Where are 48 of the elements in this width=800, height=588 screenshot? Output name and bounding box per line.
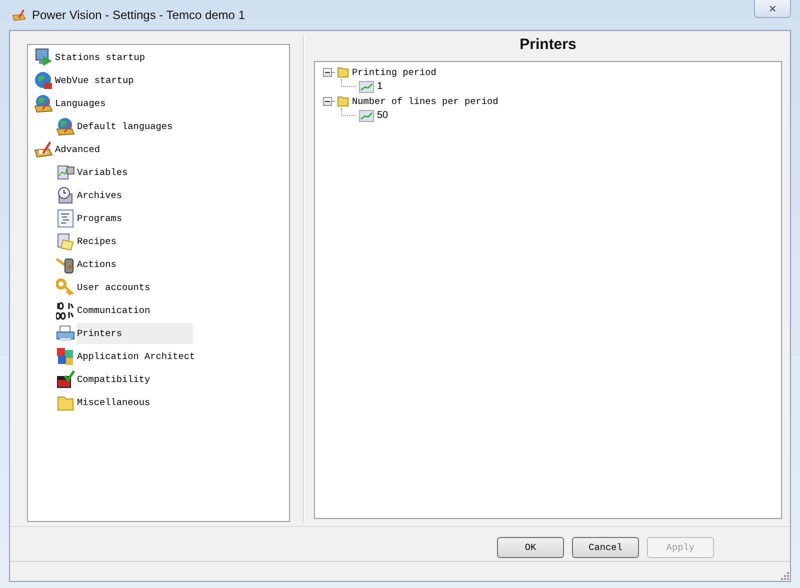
tray-pen-icon: [34, 140, 53, 159]
sidebar-item[interactable]: Archives: [77, 185, 126, 206]
sidebar-item[interactable]: Languages: [55, 93, 110, 114]
collapse-toggle[interactable]: [323, 68, 332, 77]
globe-icon: [34, 71, 53, 90]
trend-icon: [359, 80, 374, 93]
sidebar-item[interactable]: Stations startup: [55, 47, 150, 68]
app-icon: [11, 8, 27, 22]
sidebar-item[interactable]: Miscellaneous: [77, 392, 154, 413]
puzzle-icon: [56, 347, 75, 366]
sidebar-item[interactable]: User accounts: [77, 277, 154, 298]
dialog-button[interactable]: OK: [497, 537, 564, 558]
sidebar-item[interactable]: Recipes: [77, 231, 120, 252]
close-button[interactable]: ×: [754, 0, 791, 18]
window-title: Power Vision - Settings - Temco demo 1: [32, 8, 245, 22]
dialog-button[interactable]: Cancel: [572, 537, 639, 558]
resize-grip-icon[interactable]: [780, 571, 790, 581]
binary-icon: [56, 301, 75, 320]
list-icon: [56, 209, 75, 228]
globe-pen-icon: [34, 94, 53, 113]
sidebar-item[interactable]: Programs: [77, 208, 126, 229]
sidebar-item[interactable]: Advanced: [55, 139, 104, 160]
collapse-toggle[interactable]: [323, 96, 332, 106]
sidebar-item[interactable]: Default languages: [77, 116, 177, 137]
sidebar-item[interactable]: Application Architect: [77, 346, 200, 367]
globe-pen-icon: [56, 117, 75, 136]
sidebar-item[interactable]: Communication: [77, 300, 154, 321]
sidebar-item[interactable]: Variables: [77, 162, 132, 183]
notepad-icon: [56, 232, 75, 251]
sidebar-item[interactable]: Printers: [77, 323, 193, 344]
chart-check-icon: [56, 370, 75, 389]
tree-value[interactable]: 1: [377, 81, 383, 92]
trend-icon: [359, 110, 374, 122]
panel-title: Printers: [518, 35, 578, 55]
sidebar-item[interactable]: WebVue startup: [55, 70, 138, 91]
tree-node[interactable]: Number of lines per period: [352, 96, 498, 107]
monitor-icon: [34, 48, 53, 67]
sidebar-item[interactable]: Actions: [77, 254, 120, 275]
tree-value[interactable]: 50: [377, 110, 388, 122]
printer-icon: [56, 324, 75, 343]
sidebar-item[interactable]: Compatibility: [77, 369, 154, 390]
chart-window-icon: [56, 163, 75, 182]
folder-icon: [337, 66, 349, 78]
lever-icon: [56, 255, 75, 274]
key-icon: [56, 278, 75, 297]
folder-icon: [337, 95, 349, 108]
tree-node[interactable]: Printing period: [352, 66, 436, 78]
clock-icon: [56, 186, 75, 205]
